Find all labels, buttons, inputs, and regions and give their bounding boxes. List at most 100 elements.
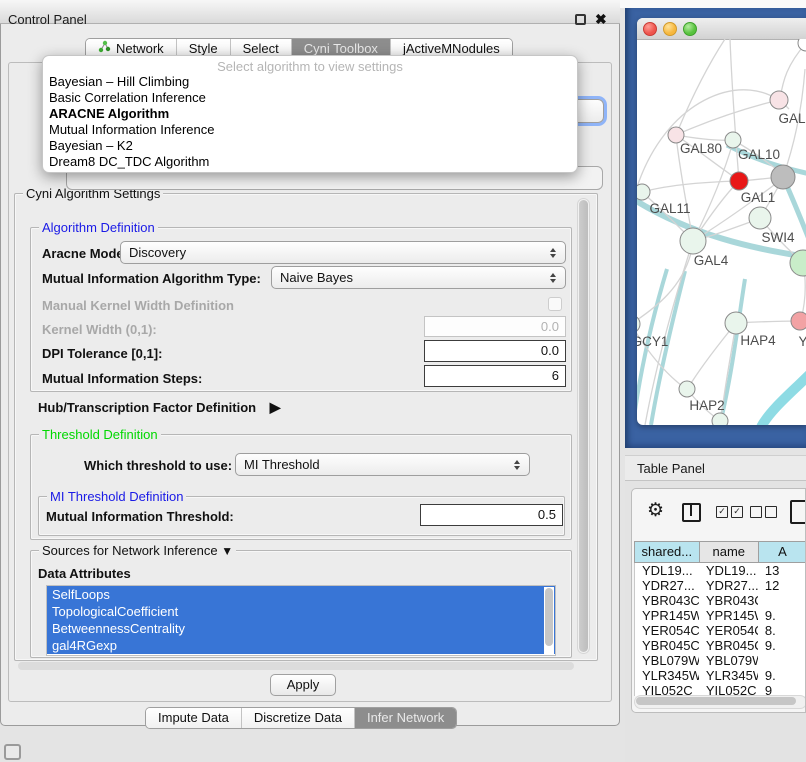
network-node-y[interactable] xyxy=(791,312,806,330)
tab-infer-network[interactable]: Infer Network xyxy=(354,708,456,728)
mi-steps-field[interactable]: 6 xyxy=(424,365,566,387)
minimize-traffic-light-icon[interactable] xyxy=(663,22,677,36)
mi-steps-label: Mutual Information Steps: xyxy=(42,371,202,386)
data-attributes-list[interactable]: SelfLoopsTopologicalCoefficientBetweenne… xyxy=(46,585,556,656)
column-header-shared[interactable]: shared... xyxy=(634,541,700,563)
close-traffic-light-icon[interactable] xyxy=(643,22,657,36)
apply-button[interactable]: Apply xyxy=(270,674,336,696)
column-header-a[interactable]: A xyxy=(759,541,806,563)
attribute-item-topologicalcoefficient[interactable]: TopologicalCoefficient xyxy=(47,603,555,620)
manual-kernel-label: Manual Kernel Width Definition xyxy=(42,298,234,313)
network-edge[interactable] xyxy=(780,43,806,99)
table-header-row: shared...nameA xyxy=(634,541,806,563)
table-horizontal-scrollbar[interactable] xyxy=(634,695,806,709)
table-row[interactable]: YPR145WYPR145W9. xyxy=(635,608,806,623)
algorithm-option-bayesian-hill-climbing[interactable]: Bayesian – Hill Climbing xyxy=(43,74,577,90)
network-node-hap4[interactable] xyxy=(725,312,747,334)
table-cell: YER054C xyxy=(635,623,699,638)
algorithm-option-dream8-dc-tdc-algorithm[interactable]: Dream8 DC_TDC Algorithm xyxy=(43,154,577,170)
network-node-gal1[interactable] xyxy=(749,207,771,229)
tab-discretize-data[interactable]: Discretize Data xyxy=(241,708,354,728)
mit-field[interactable]: 0.5 xyxy=(420,504,563,526)
table-cell: 9. xyxy=(758,668,806,683)
attribute-item-betweennesscentrality[interactable]: BetweennessCentrality xyxy=(47,620,555,637)
table-row[interactable]: YBL079WYBL079W xyxy=(635,653,806,668)
settings-scrollbar-thumb[interactable] xyxy=(579,200,588,652)
table-row[interactable]: YBR045CYBR045C9. xyxy=(635,638,806,653)
deselect-all-columns-icon[interactable] xyxy=(750,506,777,518)
attribute-item-gal4rgexp[interactable]: gal4RGexp xyxy=(47,637,555,654)
table-cell: YER054C xyxy=(699,623,758,638)
aracne-mode-label: Aracne Mode: xyxy=(42,246,128,261)
sources-frame-title[interactable]: Sources for Network Inference ▼ xyxy=(39,543,236,559)
minimized-panel-icon[interactable] xyxy=(4,744,21,760)
settings-scrollbar[interactable] xyxy=(577,198,590,654)
close-icon[interactable]: ✖ xyxy=(595,11,607,28)
sources-title-text: Sources for Network Inference xyxy=(42,543,218,558)
dpi-tolerance-label: DPI Tolerance [0,1]: xyxy=(42,346,162,361)
network-node-gal11[interactable] xyxy=(637,184,650,200)
mi-type-combobox[interactable]: Naive Bayes xyxy=(271,266,566,289)
table-hscroll-thumb[interactable] xyxy=(636,697,796,705)
columns-icon[interactable] xyxy=(682,503,701,522)
expanded-arrow-icon[interactable]: ▼ xyxy=(221,544,233,558)
network-edge[interactable] xyxy=(761,373,806,425)
collapsed-arrow-icon[interactable]: ▶ xyxy=(270,399,281,415)
table-cell: YDL19... xyxy=(699,563,758,578)
manual-kernel-checkbox[interactable] xyxy=(548,297,562,311)
network-edge[interactable] xyxy=(637,253,691,324)
zoom-traffic-light-icon[interactable] xyxy=(683,22,697,36)
algorithm-option-mutual-information-inference[interactable]: Mutual Information Inference xyxy=(43,122,577,138)
network-node-gal[interactable] xyxy=(770,91,788,109)
aracne-mode-combobox[interactable]: Discovery xyxy=(120,241,566,264)
algorithm-option-aracne-algorithm[interactable]: ARACNE Algorithm xyxy=(43,106,577,122)
network-node-hap2[interactable] xyxy=(679,381,695,397)
table-row[interactable]: YER054CYER054C8. xyxy=(635,623,806,638)
gear-icon[interactable]: ⚙ xyxy=(647,499,664,522)
network-canvas[interactable]: GALGAL80GAL10GAL1GAL11GAL4SWI4GCY1HAP4YH… xyxy=(637,39,806,425)
algorithm-dropdown-placeholder: Select algorithm to view settings xyxy=(43,56,577,74)
checked-box-icon: ✓ xyxy=(731,506,743,518)
algorithm-option-bayesian-k2[interactable]: Bayesian – K2 xyxy=(43,138,577,154)
node-table: shared...nameA YDL19...YDL19...13YDR27..… xyxy=(634,541,806,696)
which-threshold-combobox[interactable]: MI Threshold xyxy=(235,453,530,476)
table-cell: YBL079W xyxy=(699,653,758,668)
threshold-definition-title: Threshold Definition xyxy=(39,427,161,442)
bottom-tabbar: Impute DataDiscretize DataInfer Network xyxy=(145,707,457,729)
network-edge[interactable] xyxy=(678,100,779,134)
network-node[interactable] xyxy=(730,172,748,190)
select-all-columns-icon[interactable]: ✓ ✓ xyxy=(716,506,743,518)
dpi-tolerance-field[interactable]: 0.0 xyxy=(424,340,566,362)
checked-box-icon: ✓ xyxy=(716,506,728,518)
aracne-mode-value: Discovery xyxy=(129,245,545,260)
function-builder-icon[interactable] xyxy=(790,500,806,524)
attributes-scrollbar-thumb[interactable] xyxy=(545,588,553,646)
network-node[interactable] xyxy=(712,413,728,425)
node-label-gal: GAL xyxy=(778,111,806,126)
tab-impute-data[interactable]: Impute Data xyxy=(146,708,241,728)
network-window-titlebar[interactable] xyxy=(637,18,806,40)
network-node-gal4[interactable] xyxy=(680,228,706,254)
algorithm-option-basic-correlation-inference[interactable]: Basic Correlation Inference xyxy=(43,90,577,106)
hub-section-toggle[interactable]: Hub/Transcription Factor Definition ▶ xyxy=(38,399,281,416)
unchecked-box-icon xyxy=(750,506,762,518)
table-rows: YDL19...YDL19...13YDR27...YDR27...12YBR0… xyxy=(634,563,806,696)
table-row[interactable]: YBR043CYBR043C xyxy=(635,593,806,608)
settings-horizontal-scrollbar[interactable] xyxy=(18,662,574,670)
attributes-list-scrollbar[interactable] xyxy=(544,587,554,654)
table-row[interactable]: YDL19...YDL19...13 xyxy=(635,563,806,578)
node-label-swi4: SWI4 xyxy=(761,230,794,245)
table-row[interactable]: YLR345WYLR345W9. xyxy=(635,668,806,683)
network-edge[interactable] xyxy=(676,39,725,135)
column-header-name[interactable]: name xyxy=(700,541,759,563)
network-edge[interactable] xyxy=(642,181,737,192)
table-cell: YLR345W xyxy=(635,668,699,683)
network-node-gal10[interactable] xyxy=(725,132,741,148)
table-row[interactable]: YDR27...YDR27...12 xyxy=(635,578,806,593)
attribute-item-selfloops[interactable]: SelfLoops xyxy=(47,586,555,603)
kernel-width-field[interactable]: 0.0 xyxy=(424,316,566,337)
network-node[interactable] xyxy=(798,39,806,51)
network-node[interactable] xyxy=(771,165,795,189)
network-edge[interactable] xyxy=(693,142,733,241)
float-window-icon[interactable] xyxy=(575,14,586,25)
